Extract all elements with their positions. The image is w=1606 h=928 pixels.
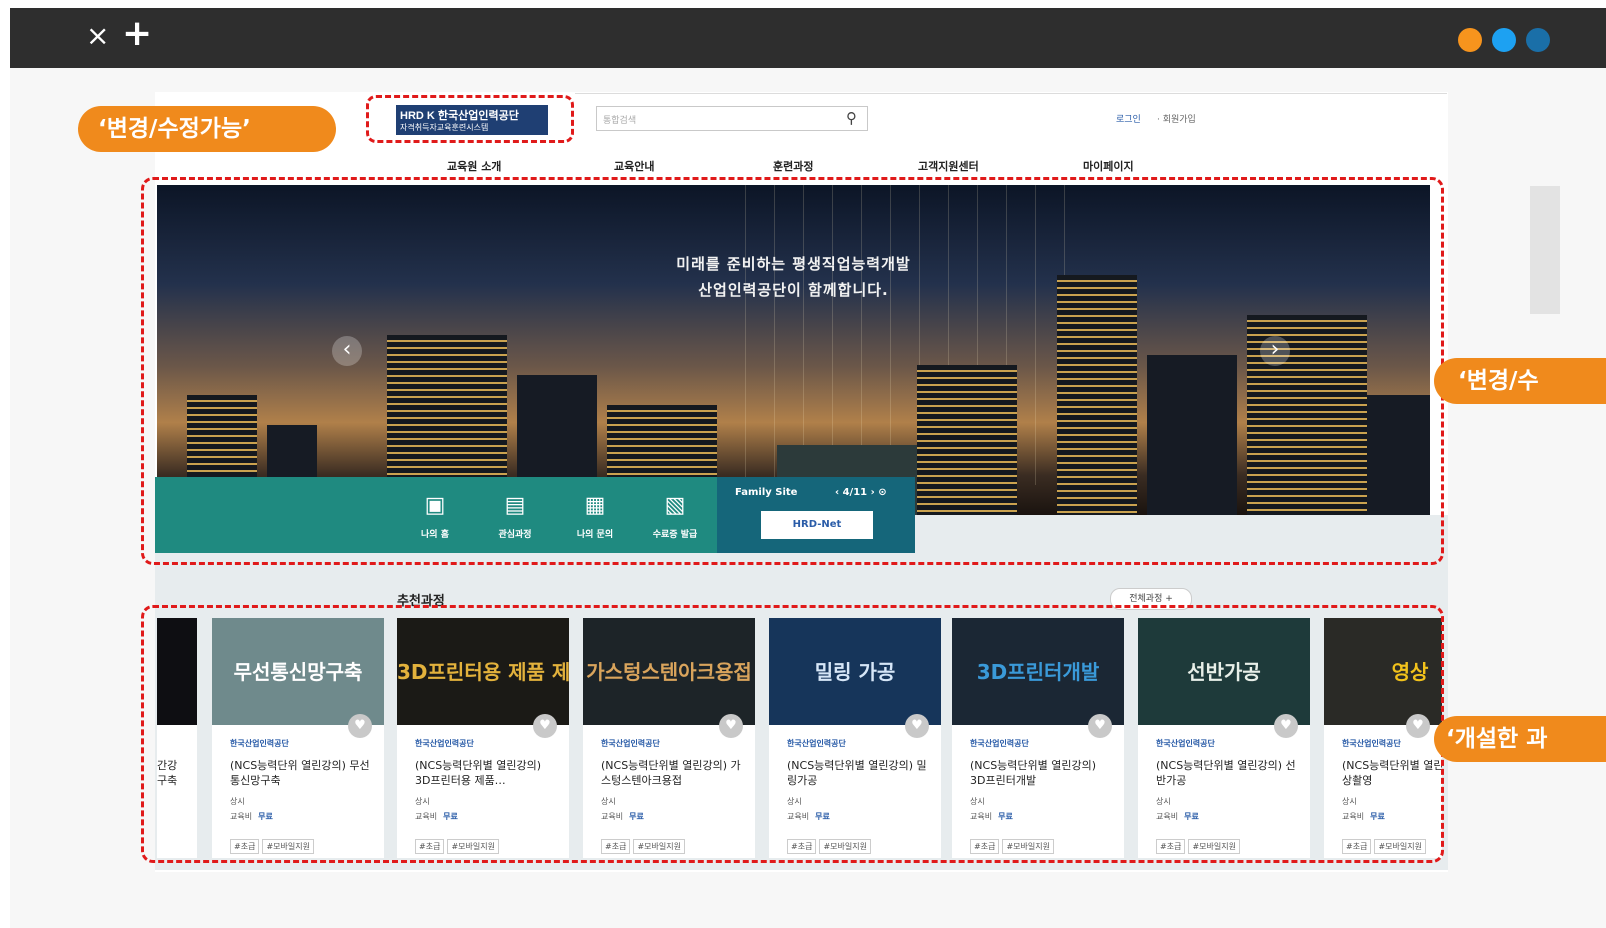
- nav-item-guide[interactable]: 교육안내: [614, 158, 654, 174]
- nav-item-mypage[interactable]: 마이페이지: [1083, 158, 1134, 174]
- close-tab-icon[interactable]: ×: [86, 20, 109, 52]
- logo-highlight-box: [366, 95, 574, 143]
- header-divider: [575, 93, 1447, 94]
- orange-dot-icon: [1458, 28, 1482, 52]
- banner-highlight-box: [141, 177, 1444, 565]
- login-link[interactable]: 로그인: [1116, 112, 1141, 125]
- callout-courses: ‘개설한 과: [1434, 716, 1606, 762]
- nav-item-courses[interactable]: 훈련과정: [773, 158, 813, 174]
- navy-dot-icon: [1526, 28, 1550, 52]
- courses-highlight-box: [141, 605, 1444, 863]
- search-input[interactable]: 통합검색: [603, 113, 636, 126]
- join-link[interactable]: · 회원가입: [1157, 112, 1196, 125]
- search-icon[interactable]: ⚲: [846, 109, 857, 127]
- callout-logo-editable: ‘변경/수정가능’: [78, 106, 336, 152]
- nav-item-about[interactable]: 교육원 소개: [447, 158, 501, 174]
- nav-item-support[interactable]: 고객지원센터: [918, 158, 979, 174]
- side-scroll-area[interactable]: [1530, 186, 1560, 314]
- blue-dot-icon: [1492, 28, 1516, 52]
- callout-banner-editable: ‘변경/수: [1434, 358, 1606, 404]
- new-tab-icon[interactable]: +: [122, 14, 152, 54]
- browser-tab-bar: × +: [10, 8, 1606, 68]
- search-box[interactable]: 통합검색 ⚲: [596, 106, 868, 131]
